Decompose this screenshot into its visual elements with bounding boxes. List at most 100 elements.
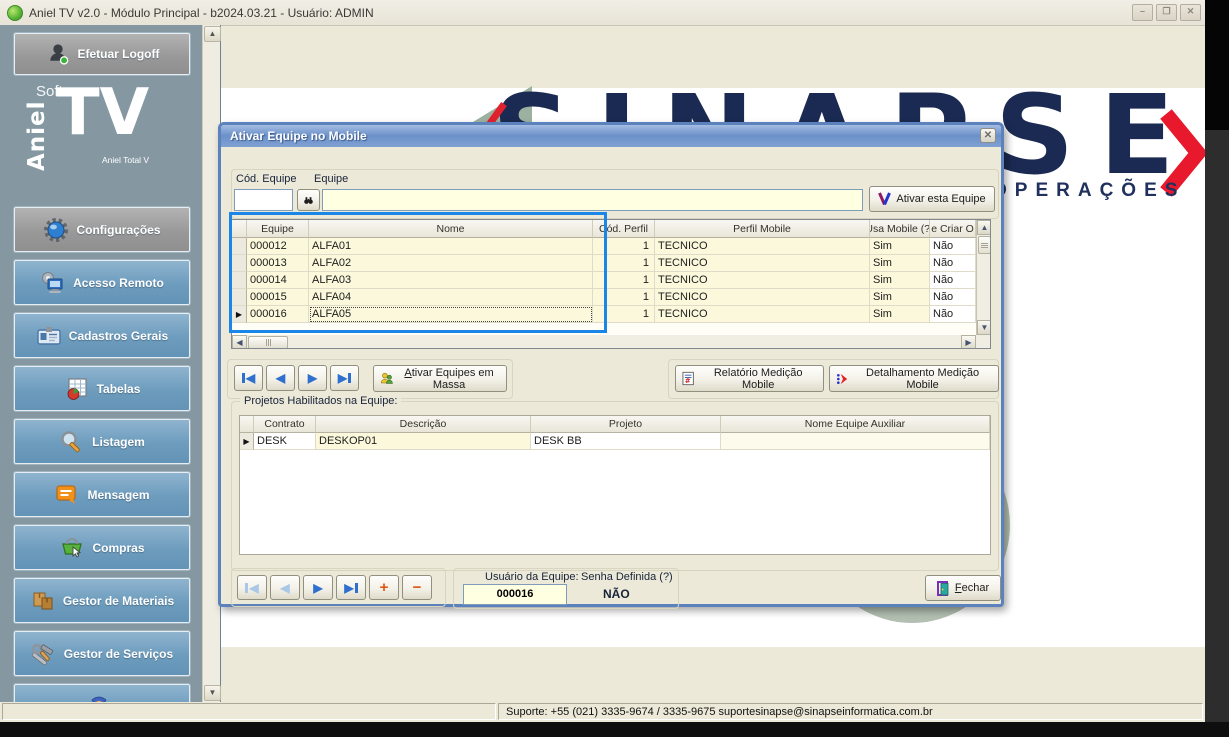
teams-nav-first-button[interactable]: ◀ — [234, 365, 263, 391]
logoff-button[interactable]: Efetuar Logoff — [14, 33, 190, 75]
projects-header-row[interactable]: ContratoDescriçãoProjetoNome Equipe Auxi… — [240, 416, 990, 433]
gear-icon — [43, 217, 69, 243]
footer-nav-next-button[interactable]: ▶ — [303, 575, 333, 600]
search-pencil-icon — [59, 429, 85, 455]
sidebar-item-tabelas[interactable]: Tabelas — [14, 366, 190, 411]
column-header[interactable]: Descrição — [316, 416, 531, 433]
cell[interactable]: Não — [930, 289, 976, 306]
activate-team-label: Ativar esta Equipe — [896, 193, 985, 205]
cell[interactable]: Sim — [870, 238, 930, 255]
status-panel-left — [2, 703, 496, 720]
footer-nav-add-button[interactable]: + — [369, 575, 399, 600]
teams-nav-next-button[interactable]: ▶ — [298, 365, 327, 391]
remote-access-icon — [40, 270, 66, 296]
user-value-field[interactable]: 000016 — [463, 584, 567, 605]
header-indicator — [240, 416, 254, 433]
app-titlebar: Aniel TV v2.0 - Módulo Principal - b2024… — [0, 0, 1229, 26]
cod-equipe-label: Cód. Equipe — [236, 173, 297, 185]
table-row[interactable]: ▶DESKDESKOP01DESK BB — [240, 433, 990, 450]
footer-nav-first-button[interactable]: ◀ — [237, 575, 267, 600]
column-header[interactable]: Contrato — [254, 416, 316, 433]
sidebar-item-label: Acesso Remoto — [73, 276, 164, 290]
cell[interactable]: TECNICO — [655, 238, 870, 255]
brand-tagline: OPERAÇÕES — [992, 180, 1185, 202]
team-people-icon — [380, 371, 393, 386]
highlight-annotation-rectangle — [229, 212, 607, 333]
sidebar-item-mensagem[interactable]: Mensagem — [14, 472, 190, 517]
cell[interactable]: TECNICO — [655, 255, 870, 272]
cell[interactable]: DESKOP01 — [316, 433, 531, 450]
column-header[interactable]: Nome Equipe Auxiliar — [721, 416, 990, 433]
vscroll-thumb[interactable] — [978, 236, 991, 254]
scroll-left-icon[interactable]: ◀ — [232, 335, 247, 349]
cell[interactable]: TECNICO — [655, 272, 870, 289]
scroll-down-icon[interactable]: ▼ — [977, 320, 991, 335]
close-dialog-button[interactable]: Fechar — [925, 575, 1001, 601]
close-button-icon[interactable]: ✕ — [1180, 4, 1201, 21]
cell[interactable]: Sim — [870, 306, 930, 323]
detail-button[interactable]: Detalhamento Medição Mobile — [829, 365, 999, 392]
equipe-input[interactable] — [322, 189, 863, 211]
cell[interactable]: Não — [930, 255, 976, 272]
cell[interactable]: Não — [930, 306, 976, 323]
column-header[interactable]: e Criar O — [930, 220, 976, 238]
cell[interactable]: Não — [930, 238, 976, 255]
sidebar-item-gestor-de-materiais[interactable]: Gestor de Materiais — [14, 578, 190, 623]
cell[interactable]: DESK — [254, 433, 316, 450]
cell[interactable]: Sim — [870, 255, 930, 272]
sidebar-item-gestor-de-servi-os[interactable]: Gestor de Serviços — [14, 631, 190, 676]
cell[interactable]: Sim — [870, 272, 930, 289]
activate-team-button[interactable]: Ativar esta Equipe — [869, 186, 995, 212]
scroll-up-icon[interactable]: ▲ — [977, 220, 991, 235]
sidebar-item-compras[interactable]: Compras — [14, 525, 190, 570]
report-button[interactable]: # Relatório Medição Mobile — [675, 365, 824, 392]
logo-subtitle: Aniel Total V — [102, 155, 149, 165]
sidebar-item-partial[interactable] — [14, 684, 190, 702]
footer-nav-last-button[interactable]: ▶ — [336, 575, 366, 600]
table-chart-icon — [64, 376, 90, 402]
teams-nav-last-button[interactable]: ▶ — [330, 365, 359, 391]
mass-activate-button[interactable]: Ativar Equipes em Massa — [373, 365, 507, 392]
cell[interactable] — [721, 433, 990, 450]
cell[interactable]: Não — [930, 272, 976, 289]
column-header[interactable]: Perfil Mobile — [655, 220, 870, 238]
dialog-title: Ativar Equipe no Mobile — [230, 129, 367, 143]
column-header[interactable]: Projeto — [531, 416, 721, 433]
projects-table[interactable]: ContratoDescriçãoProjetoNome Equipe Auxi… — [239, 415, 991, 555]
ativar-equipe-dialog: Ativar Equipe no Mobile ✕ Cód. Equipe Eq… — [218, 122, 1004, 607]
binoculars-icon — [304, 194, 313, 207]
teams-nav-prev-button[interactable]: ◀ — [266, 365, 295, 391]
message-icon — [54, 482, 80, 508]
status-panel-support: Suporte: +55 (021) 3335-9674 / 3335-9675… — [498, 703, 1203, 720]
restore-button-icon[interactable]: ❐ — [1156, 4, 1177, 21]
scroll-right-icon[interactable]: ▶ — [961, 335, 976, 349]
cell[interactable]: Sim — [870, 289, 930, 306]
cod-equipe-input[interactable] — [234, 189, 293, 211]
scroll-up-icon[interactable]: ▲ — [204, 26, 221, 42]
teams-vscrollbar[interactable]: ▲ ▼ — [976, 220, 991, 335]
logoff-user-icon — [45, 41, 71, 67]
detail-arrows-icon — [836, 372, 848, 386]
dialog-titlebar[interactable]: Ativar Equipe no Mobile — [221, 125, 1001, 147]
dialog-close-icon[interactable]: ✕ — [980, 128, 996, 143]
scroll-down-icon[interactable]: ▼ — [204, 685, 221, 701]
teams-hscrollbar[interactable]: ◀ ▶ — [232, 335, 976, 349]
cell[interactable]: TECNICO — [655, 306, 870, 323]
column-header[interactable]: Usa Mobile (?) — [870, 220, 930, 238]
sidebar-item-label: Cadastros Gerais — [69, 329, 168, 343]
row-indicator: ▶ — [240, 433, 254, 450]
minimize-button-icon[interactable]: – — [1132, 4, 1153, 21]
password-label: Senha Definida (?) — [581, 571, 673, 583]
sidebar-item-listagem[interactable]: Listagem — [14, 419, 190, 464]
sidebar-item-cadastros-gerais[interactable]: Cadastros Gerais — [14, 313, 190, 358]
sidebar-item-acesso-remoto[interactable]: Acesso Remoto — [14, 260, 190, 305]
hscroll-thumb[interactable] — [248, 336, 288, 349]
footer-nav-prev-button[interactable]: ◀ — [270, 575, 300, 600]
logo-tv-text: TV — [56, 81, 149, 145]
sidebar-item-configura-es[interactable]: Configurações — [14, 207, 190, 252]
cell[interactable]: TECNICO — [655, 289, 870, 306]
search-binoculars-button[interactable] — [297, 189, 320, 211]
sidebar-item-label: Mensagem — [87, 488, 149, 502]
footer-nav-remove-button[interactable]: − — [402, 575, 432, 600]
cell[interactable]: DESK BB — [531, 433, 721, 450]
